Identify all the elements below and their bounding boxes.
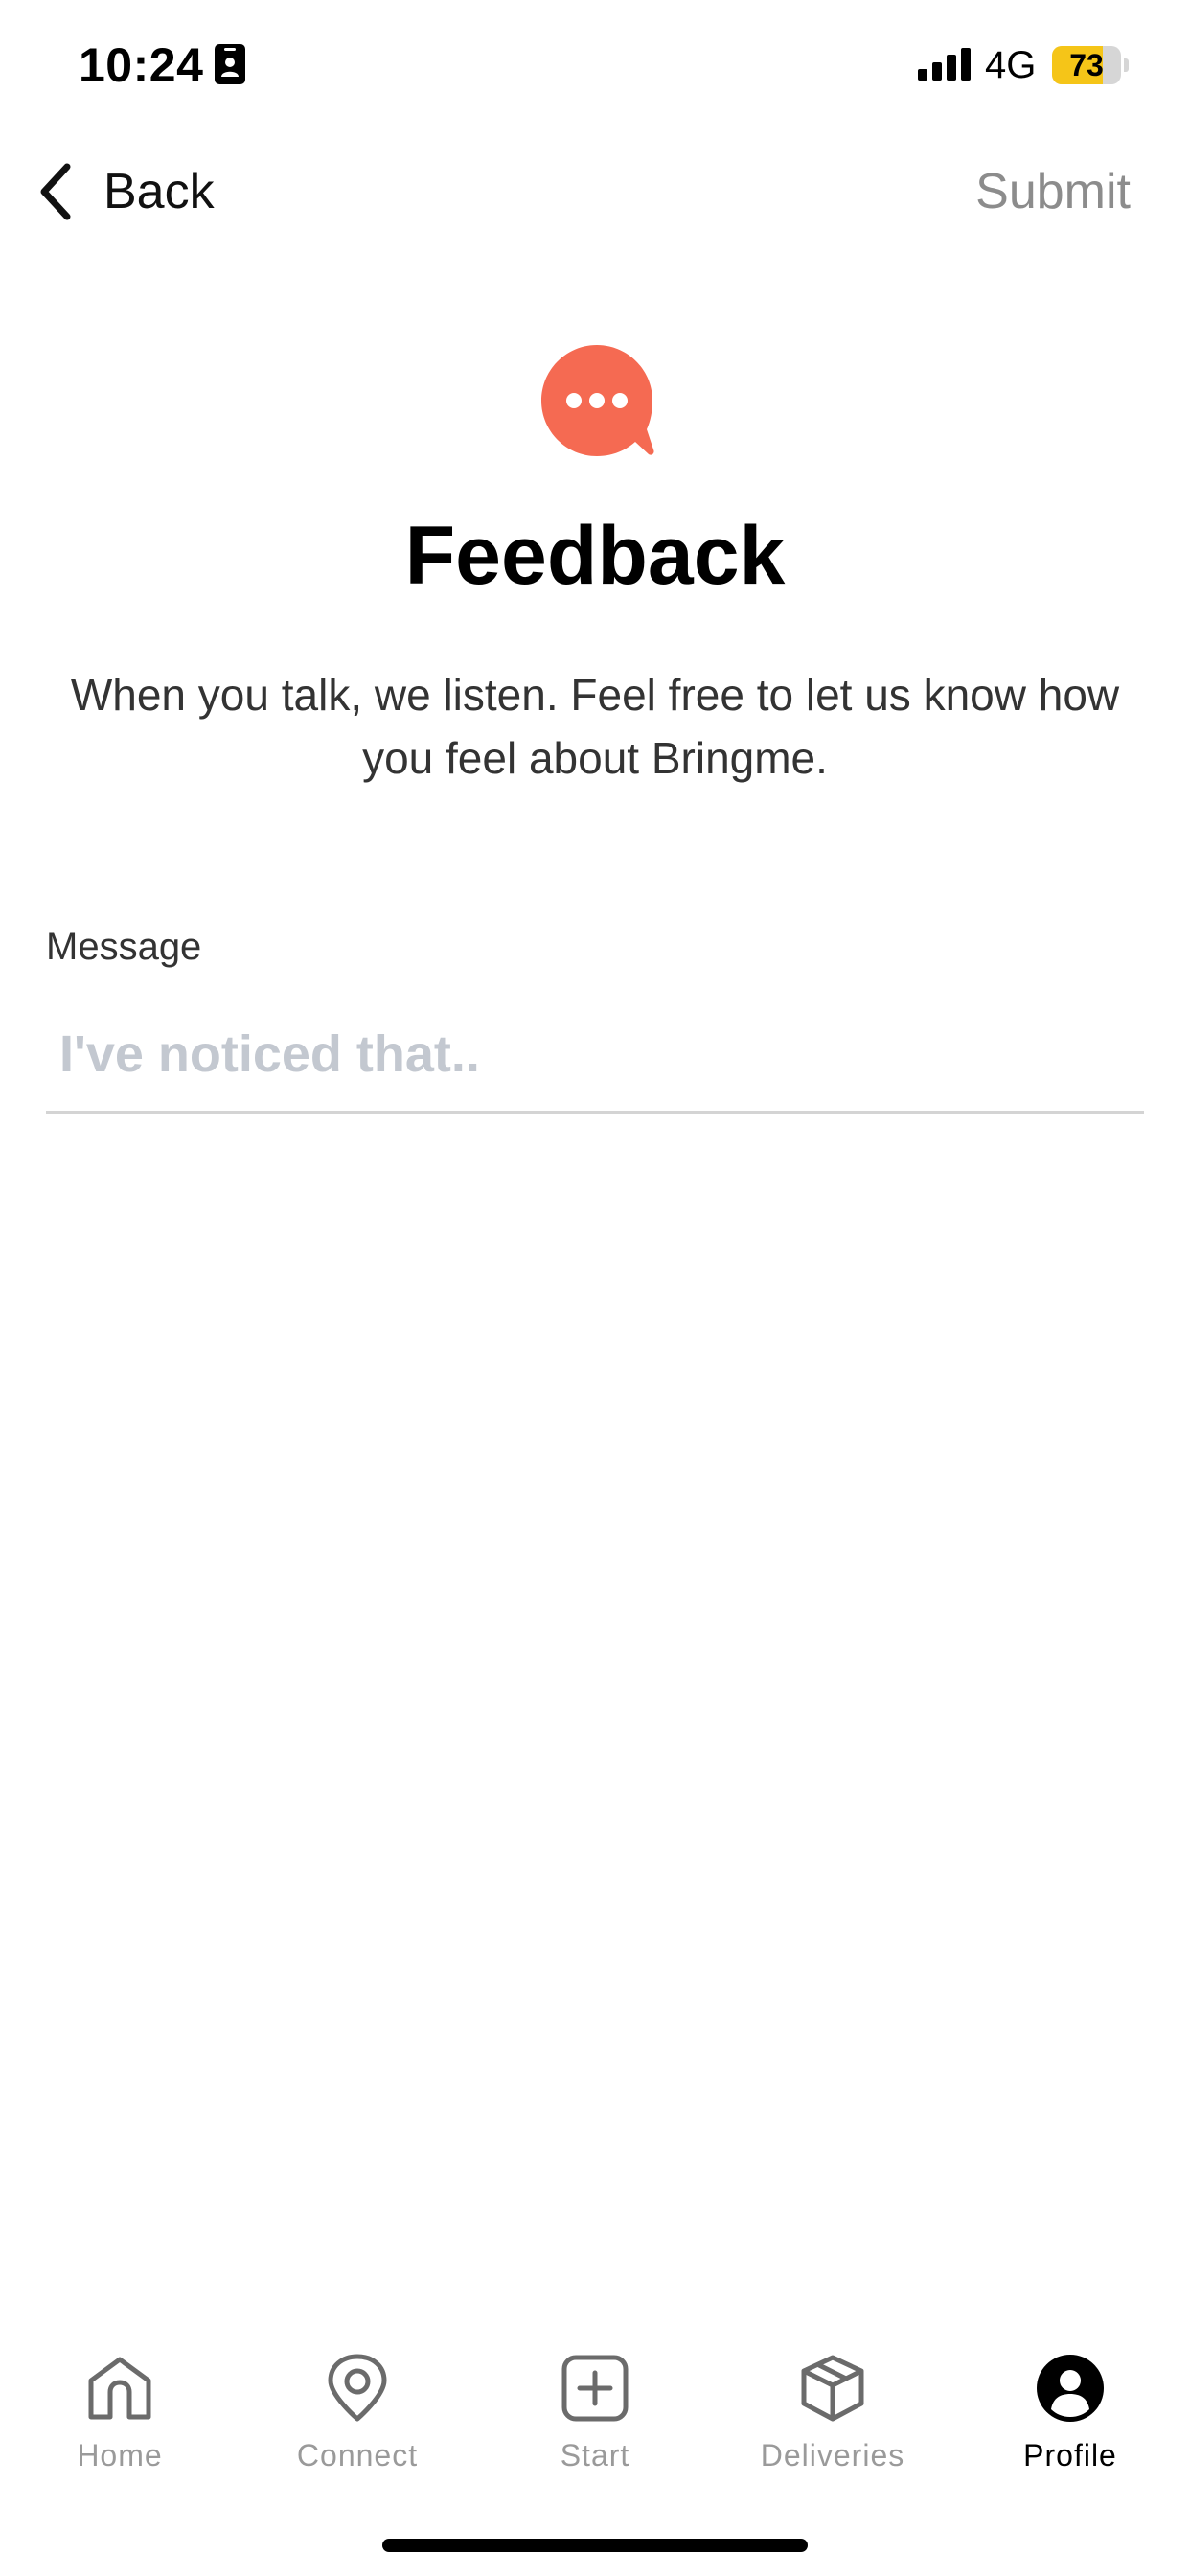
status-time: 10:24 — [79, 38, 204, 92]
plus-square-icon — [561, 2355, 629, 2422]
chat-bubble-icon — [541, 345, 654, 456]
tab-bar: Home Connect Start Deliveries Profile — [0, 2338, 1190, 2492]
chevron-left-icon — [40, 163, 71, 220]
page-subtitle: When you talk, we listen. Feel free to l… — [70, 670, 1120, 783]
tab-deliveries[interactable]: Deliveries — [714, 2338, 951, 2492]
tab-connect[interactable]: Connect — [239, 2338, 476, 2492]
page-title: Feedback — [404, 510, 786, 602]
package-icon — [801, 2355, 864, 2422]
tab-label-deliveries: Deliveries — [760, 2438, 905, 2472]
battery-icon: 73 — [1052, 46, 1129, 84]
tab-label-connect: Connect — [296, 2438, 419, 2472]
tab-start[interactable]: Start — [476, 2338, 714, 2492]
user-circle-icon — [1037, 2355, 1104, 2422]
feedback-screen: 10:24 4G 73 Back Submit Feedback When yo… — [0, 0, 1190, 2576]
tab-profile[interactable]: Profile — [951, 2338, 1189, 2492]
home-icon — [88, 2357, 151, 2420]
tab-home[interactable]: Home — [1, 2338, 239, 2492]
signal-bars-icon — [918, 48, 971, 80]
network-type: 4G — [985, 44, 1037, 86]
message-input[interactable] — [46, 997, 1144, 1114]
message-label: Message — [46, 926, 202, 968]
tab-label-start: Start — [560, 2438, 630, 2472]
battery-level: 73 — [1069, 48, 1104, 82]
submit-button[interactable]: Submit — [975, 153, 1131, 230]
home-indicator — [382, 2539, 808, 2552]
back-label: Back — [103, 164, 215, 219]
status-bar: 10:24 4G 73 — [0, 0, 1190, 134]
tab-label-home: Home — [77, 2438, 163, 2472]
back-button[interactable]: Back — [34, 153, 215, 230]
location-pin-icon — [328, 2354, 387, 2422]
tab-label-profile: Profile — [1023, 2438, 1117, 2472]
contact-card-icon — [215, 44, 245, 84]
